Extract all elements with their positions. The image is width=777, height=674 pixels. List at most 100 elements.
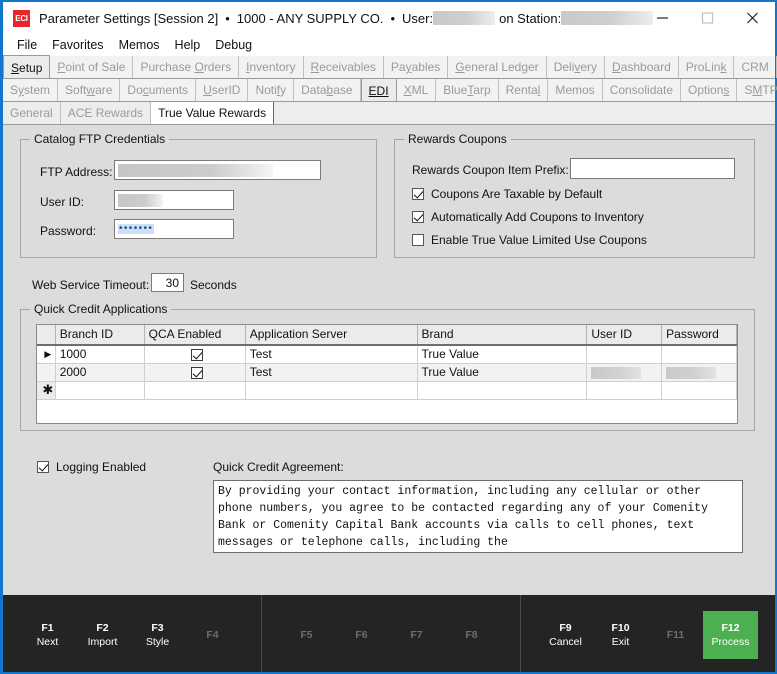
cell-qca-enabled[interactable] xyxy=(144,363,246,382)
subtab-true-value-rewards[interactable]: True Value Rewards xyxy=(151,102,275,124)
title-separator-2: • xyxy=(390,10,396,26)
cell-user-id-new[interactable] xyxy=(586,381,663,400)
tab-bluetarp[interactable]: BlueTarp xyxy=(436,79,499,101)
quick-credit-applications-grid[interactable]: Branch ID QCA Enabled Application Server… xyxy=(36,324,738,424)
tab-payables[interactable]: Payables xyxy=(384,56,449,78)
column-header-branch-id[interactable]: Branch ID xyxy=(55,325,145,346)
checkbox-icon xyxy=(412,211,424,223)
ftp-user-id-label: User ID: xyxy=(40,195,85,209)
cell-password[interactable] xyxy=(661,363,737,382)
f6-key: F6 xyxy=(355,628,368,641)
tab-inventory[interactable]: Inventory xyxy=(239,56,304,78)
tab-crm[interactable]: CRM xyxy=(734,56,777,78)
function-key-f12-process[interactable]: F12 Process xyxy=(703,610,758,659)
web-service-timeout-input[interactable]: 30 xyxy=(151,273,184,292)
ftp-user-id-input[interactable] xyxy=(114,190,234,210)
tab-point-of-sale[interactable]: Point of Sale xyxy=(50,56,134,78)
cell-qca-enabled-new[interactable] xyxy=(144,381,246,400)
table-row[interactable]: 2000 Test True Value xyxy=(37,363,737,382)
tab-delivery[interactable]: Delivery xyxy=(547,56,606,78)
station-label: on Station: xyxy=(499,10,562,26)
tab-receivables[interactable]: Receivables xyxy=(304,56,384,78)
ftp-password-input[interactable]: ••••••• xyxy=(114,219,234,239)
function-key-group-3: F9 Cancel F10 Exit F11 F12 Process xyxy=(520,595,775,672)
column-header-qca-enabled[interactable]: QCA Enabled xyxy=(144,325,246,346)
tab-userid[interactable]: UserID xyxy=(196,79,249,101)
cell-password[interactable] xyxy=(661,345,737,364)
tab-prolink[interactable]: ProLink xyxy=(679,56,735,78)
table-new-row[interactable]: ✱ xyxy=(37,381,737,400)
ftp-address-input[interactable] xyxy=(114,160,321,180)
tab-memos[interactable]: Memos xyxy=(548,79,603,101)
tab-xml[interactable]: XML xyxy=(397,79,437,101)
tab-notify[interactable]: Notify xyxy=(248,79,295,101)
cell-user-id[interactable] xyxy=(586,363,663,382)
cell-branch-id[interactable]: 1000 xyxy=(55,345,145,364)
tab-edi[interactable]: EDI xyxy=(360,78,397,101)
cell-brand[interactable]: True Value xyxy=(417,345,588,364)
cell-application-server-new[interactable] xyxy=(245,381,418,400)
column-header-application-server[interactable]: Application Server xyxy=(245,325,418,346)
table-row[interactable]: ▶ 1000 Test True Value xyxy=(37,345,737,364)
cell-brand[interactable]: True Value xyxy=(417,363,588,382)
tab-database[interactable]: Database xyxy=(294,79,361,101)
column-header-password[interactable]: Password xyxy=(661,325,737,346)
cell-qca-enabled[interactable] xyxy=(144,345,246,364)
tab-smtp[interactable]: SMTP xyxy=(737,79,777,101)
function-key-f3[interactable]: F3 Style xyxy=(130,611,185,659)
function-key-f1[interactable]: F1 Next xyxy=(20,611,75,659)
function-key-f9-cancel[interactable]: F9 Cancel xyxy=(538,611,593,659)
quick-credit-agreement-text[interactable]: By providing your contact information, i… xyxy=(213,480,743,553)
auto-add-coupons-label: Automatically Add Coupons to Inventory xyxy=(431,210,644,224)
menu-item-debug[interactable]: Debug xyxy=(209,37,261,54)
ftp-password-label: Password: xyxy=(40,224,97,238)
function-key-group-2: F5 F6 F7 F8 xyxy=(261,595,520,672)
cell-user-id[interactable] xyxy=(586,345,663,364)
menu-item-favorites[interactable]: Favorites xyxy=(46,37,112,54)
tab-purchase-orders[interactable]: Purchase Orders xyxy=(133,56,240,78)
column-header-user-id[interactable]: User ID xyxy=(586,325,663,346)
menu-item-file[interactable]: File xyxy=(11,37,46,54)
logging-enabled-checkbox[interactable]: Logging Enabled xyxy=(37,460,146,474)
subtab-general[interactable]: General xyxy=(3,102,61,124)
limited-use-coupons-checkbox[interactable]: Enable True Value Limited Use Coupons xyxy=(412,233,647,247)
tab-consolidate[interactable]: Consolidate xyxy=(603,79,682,101)
table-header-row: Branch ID QCA Enabled Application Server… xyxy=(37,325,737,346)
tab-documents[interactable]: Documents xyxy=(120,79,197,101)
auto-add-coupons-checkbox[interactable]: Automatically Add Coupons to Inventory xyxy=(412,210,644,224)
cell-branch-id-new[interactable] xyxy=(55,381,145,400)
title-separator-1: • xyxy=(225,10,230,26)
coupons-taxable-checkbox[interactable]: Coupons Are Taxable by Default xyxy=(412,187,602,201)
tab-dashboard[interactable]: Dashboard xyxy=(605,56,679,78)
function-key-f10-exit[interactable]: F10 Exit xyxy=(593,611,648,659)
f2-key: F2 xyxy=(96,621,109,634)
tab-options[interactable]: Options xyxy=(681,79,738,101)
tab-software[interactable]: Software xyxy=(58,79,121,101)
f3-key: F3 xyxy=(151,621,164,634)
tab-setup[interactable]: Setup xyxy=(3,55,51,78)
maximize-button[interactable] xyxy=(685,2,730,34)
tab-general-ledger[interactable]: General Ledger xyxy=(448,56,547,78)
user-name-redacted xyxy=(433,11,496,25)
cell-branch-id[interactable]: 2000 xyxy=(55,363,145,382)
cell-password-new[interactable] xyxy=(661,381,737,400)
ftp-user-id-redacted xyxy=(118,193,163,207)
function-key-f2[interactable]: F2 Import xyxy=(75,611,130,659)
subtab-ace-rewards[interactable]: ACE Rewards xyxy=(61,102,152,124)
cell-application-server[interactable]: Test xyxy=(245,363,418,382)
tab-system[interactable]: System xyxy=(3,79,59,101)
window-controls xyxy=(640,2,775,34)
cell-brand-new[interactable] xyxy=(417,381,588,400)
minimize-button[interactable] xyxy=(640,2,685,34)
menu-item-memos[interactable]: Memos xyxy=(113,37,169,54)
menu-item-help[interactable]: Help xyxy=(169,37,210,54)
tab-rental[interactable]: Rental xyxy=(499,79,549,101)
edi-subtab-row: General ACE Rewards True Value Rewards xyxy=(3,102,775,125)
close-button[interactable] xyxy=(730,2,775,34)
rewards-coupon-prefix-input[interactable] xyxy=(570,158,735,179)
checkbox-icon xyxy=(412,234,424,246)
cell-application-server[interactable]: Test xyxy=(245,345,418,364)
module-tab-row: Setup Point of Sale Purchase Orders Inve… xyxy=(3,55,777,79)
quick-credit-agreement-label: Quick Credit Agreement: xyxy=(213,460,344,474)
column-header-brand[interactable]: Brand xyxy=(417,325,588,346)
